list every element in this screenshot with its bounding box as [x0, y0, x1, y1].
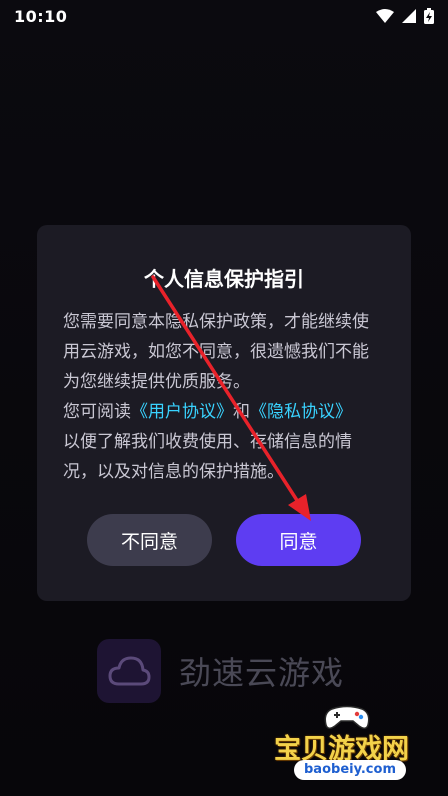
user-agreement-link[interactable]: 《用户协议》 — [131, 402, 233, 422]
watermark: 宝贝游戏网 baobeiy.com — [270, 705, 440, 789]
brand-name: 劲速云游戏 — [179, 654, 345, 692]
body-line-4-and: 和 — [233, 402, 250, 422]
privacy-dialog: 个人信息保护指引 您需要同意本隐私保护政策，才能继续使 用云游戏，如您不同意，很… — [37, 225, 411, 601]
signal-icon — [402, 9, 416, 23]
body-line-4-prefix: 您可阅读 — [63, 402, 131, 422]
body-line-1: 您需要同意本隐私保护政策，才能继续使 — [63, 312, 369, 332]
body-line-5: 以便了解我们收费使用、存储信息的情 — [63, 432, 352, 452]
dialog-title: 个人信息保护指引 — [144, 267, 304, 291]
status-bar: 10:10 — [0, 0, 448, 32]
status-icons — [376, 8, 434, 24]
body-line-6: 况，以及对信息的保护措施。 — [63, 462, 284, 482]
disagree-button[interactable]: 不同意 — [87, 514, 212, 566]
watermark-url: baobeiy.com — [294, 760, 406, 780]
wifi-icon — [376, 9, 394, 23]
battery-charging-icon — [424, 8, 434, 24]
brand: 劲速云游戏 — [97, 639, 344, 703]
privacy-agreement-link[interactable]: 《隐私协议》 — [250, 402, 352, 422]
status-time: 10:10 — [14, 6, 68, 26]
body-line-2: 用云游戏，如您不同意，很遗憾我们不能 — [63, 342, 369, 362]
body-line-4: 您可阅读《用户协议》和《隐私协议》 — [63, 397, 385, 427]
dialog-body: 您需要同意本隐私保护政策，才能继续使 用云游戏，如您不同意，很遗憾我们不能 为您… — [63, 307, 385, 487]
body-line-3: 为您继续提供优质服务。 — [63, 372, 250, 392]
agree-button[interactable]: 同意 — [236, 514, 361, 566]
cloud-icon — [97, 639, 161, 703]
